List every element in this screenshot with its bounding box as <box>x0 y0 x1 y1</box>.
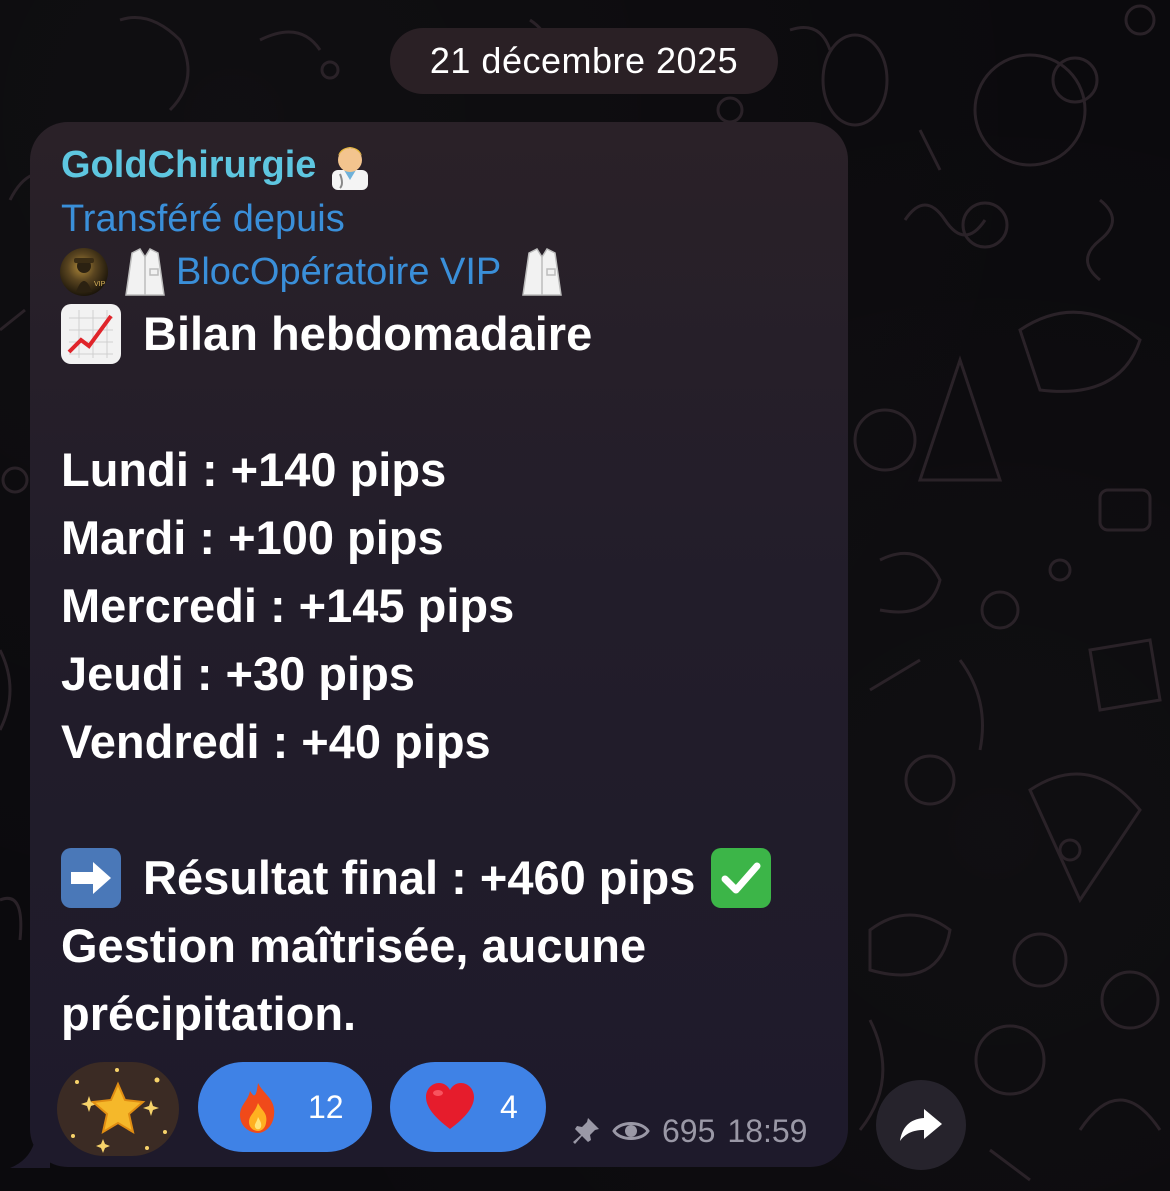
reaction-heart[interactable]: 4 <box>390 1062 546 1152</box>
channel-avatar[interactable]: VIP <box>60 248 108 296</box>
check-mark-icon <box>711 848 772 908</box>
pin-icon <box>573 1118 599 1144</box>
heart-icon <box>426 1083 474 1129</box>
closing-line: précipitation. <box>61 980 841 1048</box>
reaction-fire[interactable]: 12 <box>198 1062 372 1152</box>
day-text: Jeudi : +30 pips <box>61 647 415 700</box>
day-text: Vendredi : +40 pips <box>61 715 491 768</box>
forward-source-name[interactable]: BlocOpératoire VIP <box>176 251 501 294</box>
reaction-heart-count: 4 <box>500 1088 518 1125</box>
forwarded-from-label: Transféré depuis <box>61 198 345 240</box>
chart-increasing-icon <box>61 304 121 364</box>
day-line: Jeudi : +30 pips <box>61 640 841 708</box>
message-body: Bilan hebdomadaire Lundi : +140 pips Mar… <box>61 300 841 1048</box>
share-button[interactable] <box>876 1080 966 1170</box>
result-line: Résultat final : +460 pips <box>61 844 841 912</box>
day-line: Mardi : +100 pips <box>61 504 841 572</box>
day-text: Mercredi : +145 pips <box>61 579 515 632</box>
sender-name-text[interactable]: GoldChirurgie <box>61 144 316 187</box>
avatar-figure-icon: VIP <box>74 258 106 292</box>
closing-text: précipitation. <box>61 987 357 1040</box>
day-text: Mardi : +100 pips <box>61 511 444 564</box>
reaction-star[interactable] <box>57 1062 179 1156</box>
message-time: 18:59 <box>727 1112 808 1149</box>
message-title-line: Bilan hebdomadaire <box>61 300 841 368</box>
share-arrow-icon <box>900 1109 942 1141</box>
svg-text:VIP: VIP <box>94 281 106 288</box>
eye-icon <box>612 1122 650 1140</box>
closing-text: Gestion maîtrisée, aucune <box>61 919 647 972</box>
reaction-fire-count: 12 <box>308 1088 344 1125</box>
lab-coat-icon <box>125 248 165 296</box>
date-separator: 21 décembre 2025 <box>390 28 778 94</box>
sender-name[interactable]: GoldChirurgie <box>61 140 374 190</box>
forward-source[interactable]: VIP BlocOpératoire VIP <box>60 245 563 299</box>
day-line: Lundi : +140 pips <box>61 436 841 504</box>
lab-coat-icon <box>522 248 563 296</box>
doctor-emoji-icon <box>332 147 369 190</box>
fire-icon <box>240 1083 275 1133</box>
closing-line: Gestion maîtrisée, aucune <box>61 912 841 980</box>
day-text: Lundi : +140 pips <box>61 443 447 496</box>
date-label: 21 décembre 2025 <box>429 40 739 81</box>
star-icon <box>71 1068 167 1153</box>
message-meta: 695 18:59 <box>570 1108 807 1154</box>
day-line: Mercredi : +145 pips <box>61 572 841 640</box>
result-text: Résultat final : +460 pips <box>143 851 696 904</box>
message-title: Bilan hebdomadaire <box>143 307 593 360</box>
view-count: 695 <box>662 1112 716 1149</box>
right-arrow-icon <box>61 848 121 908</box>
day-line: Vendredi : +40 pips <box>61 708 841 776</box>
